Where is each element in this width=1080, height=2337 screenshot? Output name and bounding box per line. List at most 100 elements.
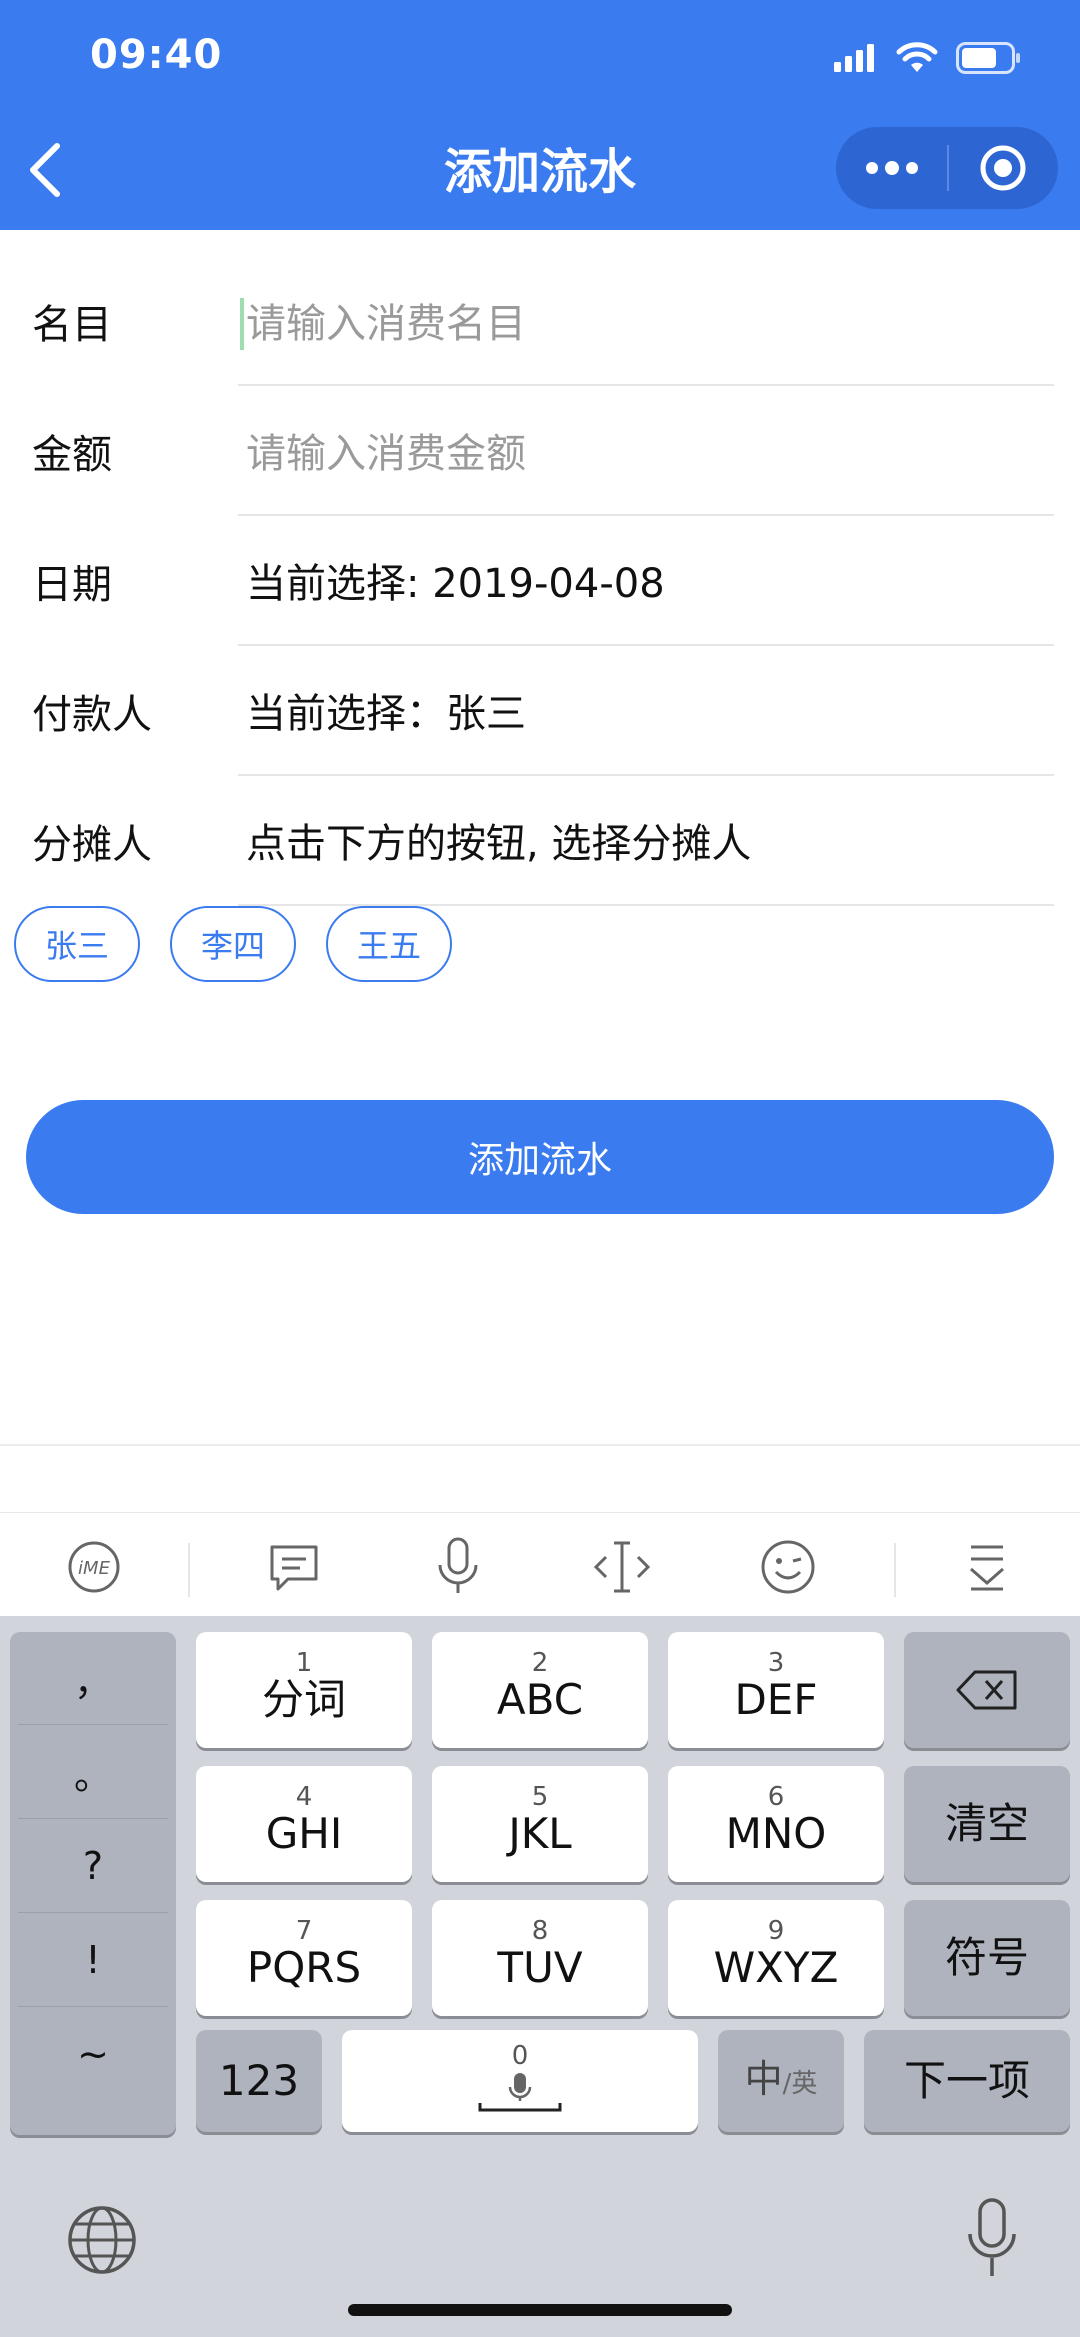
punct-key[interactable]: ~ <box>18 2008 168 2100</box>
numbers-key[interactable]: 123 <box>196 2030 322 2132</box>
add-record-button[interactable]: 添加流水 <box>26 1100 1054 1214</box>
microphone-icon <box>438 1537 478 1593</box>
key-number: 5 <box>531 1782 549 1812</box>
emoji-icon <box>761 1540 815 1594</box>
key-5[interactable]: 5 JKL <box>432 1766 648 1882</box>
date-value: 当前选择: 2019-04-08 <box>246 561 665 607</box>
name-placeholder: 请输入消费名目 <box>246 301 526 347</box>
globe-icon <box>68 2206 136 2274</box>
battery-icon <box>956 42 1020 74</box>
key-2[interactable]: 2 ABC <box>432 1632 648 1748</box>
key-number: 0 <box>511 2041 529 2071</box>
key-label: DEF <box>734 1675 818 1724</box>
toolbar-divider <box>188 1543 190 1597</box>
key-label: WXYZ <box>713 1943 839 1992</box>
date-picker[interactable]: 当前选择: 2019-04-08 <box>238 516 1054 646</box>
sharer-hint: 点击下方的按钮, 选择分摊人 <box>246 821 752 867</box>
key-9[interactable]: 9 WXYZ <box>668 1900 884 2016</box>
amount-placeholder: 请输入消费金额 <box>246 431 526 477</box>
form-row-name: 名目 请输入消费名目 <box>0 256 1080 386</box>
key-1[interactable]: 1 分词 <box>196 1632 412 1748</box>
chat-icon <box>270 1545 318 1591</box>
mini-program-capsule <box>836 127 1058 209</box>
key-number: 6 <box>767 1782 785 1812</box>
key-7[interactable]: 7 PQRS <box>196 1900 412 2016</box>
symbols-key[interactable]: 符号 <box>904 1900 1070 2016</box>
ime-logo-icon: iME <box>68 1541 120 1593</box>
symbols-label: 符号 <box>944 1933 1029 1982</box>
punctuation-column: ， 。 ? ! ~ <box>10 1632 176 2135</box>
space-key[interactable]: 0 <box>342 2030 698 2132</box>
key-label: GHI <box>265 1809 343 1858</box>
status-time: 09:40 <box>90 32 223 78</box>
form-row-sharer: 分摊人 点击下方的按钮, 选择分摊人 <box>0 776 1080 906</box>
key-4[interactable]: 4 GHI <box>196 1766 412 1882</box>
punct-key[interactable]: 。 <box>18 1726 168 1819</box>
dictation-button[interactable] <box>962 2196 1022 2282</box>
status-icons <box>834 38 1022 78</box>
globe-button[interactable] <box>64 2202 140 2278</box>
next-field-key[interactable]: 下一项 <box>864 2030 1070 2132</box>
top-bar: 09:40 添加流水 <box>0 0 1080 230</box>
sharer-chip[interactable]: 李四 <box>170 906 296 982</box>
space-mic-icon <box>478 2073 562 2112</box>
backspace-icon <box>956 1670 1017 1710</box>
sharer-chip[interactable]: 王五 <box>326 906 452 982</box>
more-button[interactable] <box>836 127 947 209</box>
ime-toolbar: iME <box>0 1512 1080 1617</box>
microphone-icon <box>968 2198 1016 2276</box>
text-cursor <box>240 298 244 350</box>
sharer-chip[interactable]: 张三 <box>14 906 140 982</box>
key-label: 分词 <box>261 1675 346 1724</box>
form-row-amount: 金额 请输入消费金额 <box>0 386 1080 516</box>
voice-button[interactable] <box>426 1535 490 1599</box>
cursor-move-button[interactable] <box>590 1535 654 1599</box>
chat-button[interactable] <box>262 1535 326 1599</box>
key-3[interactable]: 3 DEF <box>668 1632 884 1748</box>
collapse-keyboard-icon <box>970 1545 1004 1591</box>
language-switch-key[interactable]: 中/英 <box>718 2030 844 2132</box>
more-dots-icon <box>865 161 918 175</box>
ime-logo-button[interactable]: iME <box>62 1535 126 1599</box>
form-row-payer: 付款人 当前选择：张三 <box>0 646 1080 776</box>
key-number: 2 <box>531 1648 549 1678</box>
punct-key[interactable]: ? <box>18 1820 168 1913</box>
toolbar-divider <box>894 1543 896 1597</box>
language-label: 中/英 <box>745 2054 818 2108</box>
backspace-key[interactable] <box>904 1632 1070 1748</box>
date-label: 日期 <box>32 562 112 608</box>
payer-label: 付款人 <box>32 692 152 738</box>
key-number: 7 <box>295 1916 313 1946</box>
lang-sub: /英 <box>782 2069 818 2099</box>
payer-value: 当前选择：张三 <box>246 691 526 737</box>
clear-key[interactable]: 清空 <box>904 1766 1070 1882</box>
clear-label: 清空 <box>944 1799 1029 1848</box>
next-label: 下一项 <box>903 2056 1030 2105</box>
punct-key[interactable]: ， <box>18 1632 168 1725</box>
amount-input[interactable]: 请输入消费金额 <box>238 386 1054 516</box>
numbers-label: 123 <box>218 2056 300 2105</box>
name-label: 名目 <box>32 302 112 348</box>
key-label: JKL <box>508 1809 572 1858</box>
emoji-button[interactable] <box>756 1535 820 1599</box>
key-label: ABC <box>496 1675 584 1724</box>
collapse-keyboard-button[interactable] <box>955 1535 1019 1599</box>
close-miniprogram-button[interactable] <box>947 127 1058 209</box>
form-row-date: 日期 当前选择: 2019-04-08 <box>0 516 1080 646</box>
amount-label: 金额 <box>32 432 112 478</box>
key-number: 3 <box>767 1648 785 1678</box>
home-indicator <box>348 2304 732 2316</box>
key-number: 8 <box>531 1916 549 1946</box>
key-number: 4 <box>295 1782 313 1812</box>
key-number: 9 <box>767 1916 785 1946</box>
key-6[interactable]: 6 MNO <box>668 1766 884 1882</box>
punct-key[interactable]: ! <box>18 1914 168 2007</box>
payer-picker[interactable]: 当前选择：张三 <box>238 646 1054 776</box>
key-8[interactable]: 8 TUV <box>432 1900 648 2016</box>
key-label: MNO <box>725 1809 827 1858</box>
sharer-chips: 张三 李四 王五 <box>14 906 452 982</box>
svg-text:iME: iME <box>78 1558 111 1579</box>
name-input[interactable]: 请输入消费名目 <box>238 256 1054 386</box>
wifi-icon <box>896 42 938 72</box>
key-label: TUV <box>497 1943 583 1992</box>
